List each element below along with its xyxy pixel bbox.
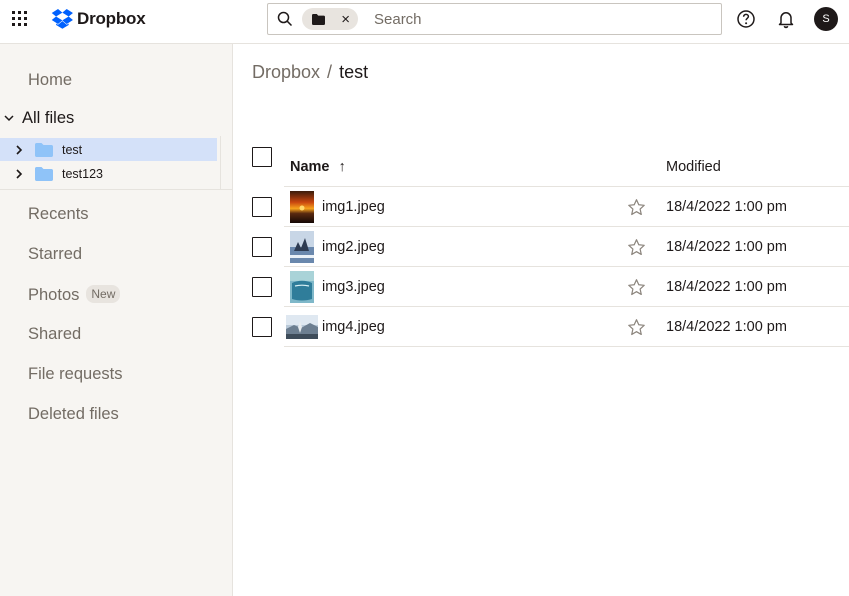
sidebar-item-file-requests[interactable]: File requests — [28, 365, 122, 384]
table-row[interactable]: img4.jpeg 18/4/2022 1:00 pm — [0, 307, 849, 347]
breadcrumb-root[interactable]: Dropbox — [252, 62, 320, 83]
chevron-right-icon[interactable] — [13, 144, 25, 156]
folder-icon — [312, 13, 325, 25]
file-name[interactable]: img1.jpeg — [322, 199, 385, 215]
table-row[interactable]: img2.jpeg 18/4/2022 1:00 pm — [0, 227, 849, 267]
modified-date: 18/4/2022 1:00 pm — [666, 199, 787, 215]
row-checkbox[interactable] — [252, 237, 272, 257]
search-input[interactable] — [374, 10, 704, 28]
modified-date: 18/4/2022 1:00 pm — [666, 279, 787, 295]
folder-icon — [35, 142, 53, 157]
image-thumbnail — [290, 271, 314, 303]
chevron-down-icon — [4, 115, 14, 122]
brand-name: Dropbox — [77, 9, 146, 28]
folder-filter-chip[interactable]: × — [302, 8, 358, 30]
search-bar[interactable]: × — [267, 3, 722, 35]
page-title: test — [339, 62, 369, 82]
file-name[interactable]: img4.jpeg — [322, 319, 385, 335]
search-icon — [277, 11, 293, 27]
row-checkbox[interactable] — [252, 317, 272, 337]
sidebar-item-deleted-files[interactable]: Deleted files — [28, 405, 119, 424]
sort-ascending-icon: ↑ — [338, 159, 346, 175]
star-icon[interactable] — [627, 278, 646, 297]
column-header-label: Name — [290, 159, 330, 175]
star-icon[interactable] — [627, 318, 646, 337]
breadcrumb-separator: / — [327, 62, 333, 82]
column-header-name[interactable]: Name ↑ — [290, 159, 346, 175]
tree-item-test[interactable]: test — [0, 138, 217, 161]
select-all-checkbox[interactable] — [252, 147, 272, 167]
clear-filter-icon[interactable]: × — [341, 12, 350, 27]
row-divider — [284, 346, 849, 347]
modified-date: 18/4/2022 1:00 pm — [666, 239, 787, 255]
dropbox-logo[interactable]: Dropbox — [51, 9, 146, 29]
table-row[interactable]: img3.jpeg 18/4/2022 1:00 pm — [0, 267, 849, 307]
file-name[interactable]: img3.jpeg — [322, 279, 385, 295]
folder-tree: test test123 — [0, 136, 232, 190]
tree-resize-handle[interactable] — [220, 136, 221, 190]
breadcrumb: Dropbox / test — [252, 62, 368, 83]
file-name[interactable]: img2.jpeg — [322, 239, 385, 255]
folder-icon — [35, 166, 53, 181]
tree-item-test123[interactable]: test123 — [0, 162, 217, 185]
modified-date: 18/4/2022 1:00 pm — [666, 319, 787, 335]
sidebar-item-home[interactable]: Home — [28, 71, 72, 90]
app-grid-icon[interactable] — [12, 11, 28, 27]
image-thumbnail — [286, 315, 318, 339]
star-icon[interactable] — [627, 238, 646, 257]
tree-item-label: test — [62, 142, 83, 157]
sidebar-item-all-files[interactable]: All files — [0, 108, 74, 128]
table-row[interactable]: img1.jpeg 18/4/2022 1:00 pm — [0, 187, 849, 227]
row-checkbox[interactable] — [252, 277, 272, 297]
help-icon[interactable] — [736, 9, 756, 29]
top-bar: Dropbox × S — [0, 0, 849, 44]
dropbox-logo-icon — [51, 9, 73, 29]
row-checkbox[interactable] — [252, 197, 272, 217]
avatar[interactable]: S — [814, 7, 838, 31]
image-thumbnail — [290, 191, 314, 223]
column-header-modified[interactable]: Modified — [666, 159, 721, 175]
chevron-right-icon[interactable] — [13, 168, 25, 180]
tree-item-label: test123 — [62, 166, 104, 181]
sidebar-item-label: All files — [22, 108, 75, 127]
bell-icon[interactable] — [776, 9, 796, 29]
star-icon[interactable] — [627, 198, 646, 217]
image-thumbnail — [290, 231, 314, 263]
